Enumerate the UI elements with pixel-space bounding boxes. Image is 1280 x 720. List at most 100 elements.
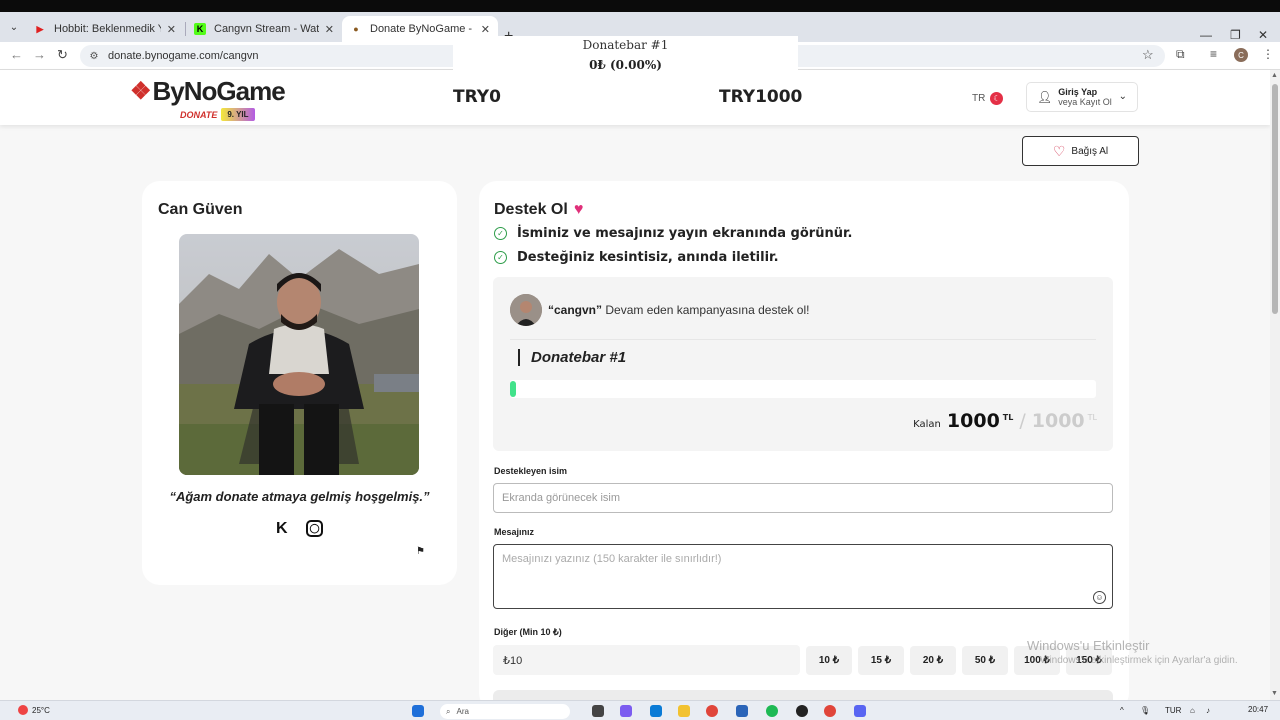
donatebar-title: Donatebar #1: [518, 349, 626, 366]
edge-icon[interactable]: [650, 705, 662, 717]
donatebar-overlay: Donatebar #1 0₺ (0.00%): [453, 36, 798, 80]
login-button[interactable]: 👤︎ Giriş Yap veya Kayıt Ol ⌄: [1026, 82, 1138, 112]
campaign-user: “cangvn”: [548, 303, 603, 317]
overlay-title: Donatebar #1: [582, 38, 669, 52]
amount-option-button[interactable]: 10 ₺: [806, 646, 852, 675]
input-language[interactable]: TUR: [1165, 706, 1181, 715]
network-icon[interactable]: ⌂: [1190, 706, 1195, 715]
site-info-icon[interactable]: ⚙: [88, 50, 100, 62]
name-label: Destekleyen isim: [494, 466, 568, 476]
amount-option-button[interactable]: 50 ₺: [962, 646, 1008, 675]
campaign-avatar: [510, 294, 542, 326]
total-value: 1000: [1031, 410, 1085, 432]
amount-input[interactable]: [493, 645, 800, 675]
profile-avatar[interactable]: C: [1234, 48, 1248, 62]
currency-label: TL: [1087, 413, 1097, 422]
scroll-down-icon[interactable]: ▼: [1271, 690, 1278, 697]
close-icon[interactable]: ✕: [167, 23, 176, 36]
tab-search-chevron-icon[interactable]: ⌄: [6, 19, 22, 35]
tab-title: Donate ByNoGame - Can Güven: [370, 23, 475, 35]
maximize-icon[interactable]: ❐: [1230, 28, 1241, 42]
window-close-icon[interactable]: ✕: [1258, 28, 1268, 42]
report-flag-icon[interactable]: ⚑: [416, 546, 425, 557]
login-subtitle: veya Kayıt Ol: [1058, 97, 1112, 107]
login-title: Giriş Yap: [1058, 87, 1098, 97]
start-icon[interactable]: [412, 705, 424, 717]
discord-icon[interactable]: [854, 705, 866, 717]
taskbar-search[interactable]: ⌕ Ara: [440, 704, 570, 719]
microphone-icon[interactable]: 🎙︎: [1140, 706, 1150, 715]
kick-icon[interactable]: K: [276, 520, 288, 538]
instagram-icon[interactable]: ◯: [306, 520, 323, 537]
spotify-icon[interactable]: [766, 705, 778, 717]
turkey-flag-icon: ☾: [990, 92, 1004, 105]
file-explorer-icon[interactable]: [678, 705, 690, 717]
support-title-text: Destek Ol: [494, 201, 568, 218]
streamer-name: Can Güven: [158, 201, 243, 218]
support-card: Destek Ol ♥ ✓ İsminiz ve mesajınız yayın…: [479, 181, 1129, 711]
language-selector[interactable]: TR ☾: [972, 92, 1004, 105]
app-icon[interactable]: [796, 705, 808, 717]
scroll-up-icon[interactable]: ▲: [1271, 72, 1278, 79]
taskbar: 25°C ⌕ Ara ^ 🎙︎ TUR ⌂ ♪ 20:47: [0, 700, 1280, 720]
other-amount-label: Diğer (Min 10 ₺): [494, 627, 562, 637]
bagis-al-button[interactable]: ♡ Bağış Al: [1022, 136, 1139, 166]
menu-icon[interactable]: ⋮: [1262, 47, 1274, 61]
message-textarea[interactable]: [493, 544, 1113, 609]
amount-option-button[interactable]: 20 ₺: [910, 646, 956, 675]
user-icon: 👤︎: [1037, 90, 1053, 104]
progress-bar: [510, 380, 1096, 398]
streamer-photo: [179, 234, 419, 475]
campaign-text: “cangvn” Devam eden kampanyasına destek …: [548, 303, 809, 317]
streamer-card: Can Güven “Ağam donate atmaya gelmiş hoş…: [142, 181, 457, 585]
feature-bullet: ✓ İsminiz ve mesajınız yayın ekranında g…: [494, 226, 852, 241]
donor-name-input[interactable]: [493, 483, 1113, 513]
volume-icon[interactable]: ♪: [1206, 706, 1210, 715]
amount-option-button[interactable]: 15 ₺: [858, 646, 904, 675]
media-icon[interactable]: ≡: [1210, 47, 1217, 61]
back-icon[interactable]: ←: [10, 47, 23, 62]
feature-text: İsminiz ve mesajınız yayın ekranında gör…: [517, 226, 853, 241]
top-strip: [0, 0, 1280, 12]
bynogame-logo[interactable]: ❖ ByNoGame DONATE 9. YIL: [130, 76, 286, 121]
activation-watermark-text: Windows'u etkinleştirmek için Ayarlar'a …: [1040, 655, 1238, 666]
weather-icon: [18, 705, 28, 715]
minimize-icon[interactable]: —: [1200, 28, 1212, 42]
remaining-amount: Kalan 1000 TL / 1000 TL: [913, 410, 1097, 432]
try-goal: TRY1000: [719, 87, 803, 107]
support-title: Destek Ol ♥: [494, 201, 583, 219]
scrollbar-thumb[interactable]: [1272, 84, 1278, 314]
forward-icon[interactable]: →: [33, 47, 46, 62]
temperature: 25°C: [32, 705, 50, 715]
bookmark-star-icon[interactable]: ☆: [1142, 47, 1154, 63]
brand-name: ByNoGame: [152, 76, 286, 106]
chrome-profile-icon[interactable]: [824, 705, 836, 717]
tab-title: Hobbit: Beklenmedik Yolculuk |: [54, 23, 161, 35]
activation-watermark-title: Windows'u Etkinleştir: [1027, 638, 1150, 653]
kick-icon: K: [194, 23, 206, 35]
message-label: Mesajınız: [494, 527, 535, 537]
tab-youtube[interactable]: ▶ Hobbit: Beklenmedik Yolculuk | ✕: [26, 16, 184, 42]
chrome-icon[interactable]: [706, 705, 718, 717]
emoji-icon[interactable]: ☺: [1093, 591, 1106, 604]
divider: [510, 339, 1096, 340]
bynogame-icon: ●: [353, 24, 359, 34]
copilot-icon[interactable]: [620, 705, 632, 717]
extensions-icon[interactable]: ⧉: [1176, 47, 1185, 62]
streamer-quote: “Ağam donate atmaya gelmiş hoşgelmiş.”: [169, 489, 430, 504]
weather-widget[interactable]: 25°C: [18, 705, 50, 715]
clock[interactable]: 20:47: [1248, 705, 1268, 714]
close-icon[interactable]: ✕: [325, 23, 334, 36]
campaign-message: Devam eden kampanyasına destek ol!: [602, 303, 810, 317]
reload-icon[interactable]: ↻: [57, 47, 68, 63]
task-view-icon[interactable]: [592, 705, 604, 717]
heart-outline-icon: ♡: [1052, 142, 1066, 159]
feature-text: Desteğiniz kesintisiz, anında iletilir.: [517, 250, 779, 265]
chevron-down-icon: ⌄: [1118, 91, 1127, 102]
tray-chevron-icon[interactable]: ^: [1120, 706, 1124, 715]
close-icon[interactable]: ✕: [481, 23, 490, 36]
tab-kick[interactable]: K Cangvn Stream - Watch Live on ✕: [186, 16, 342, 42]
store-icon[interactable]: [736, 705, 748, 717]
bagis-al-label: Bağış Al: [1071, 145, 1109, 157]
remaining-label: Kalan: [913, 419, 941, 430]
